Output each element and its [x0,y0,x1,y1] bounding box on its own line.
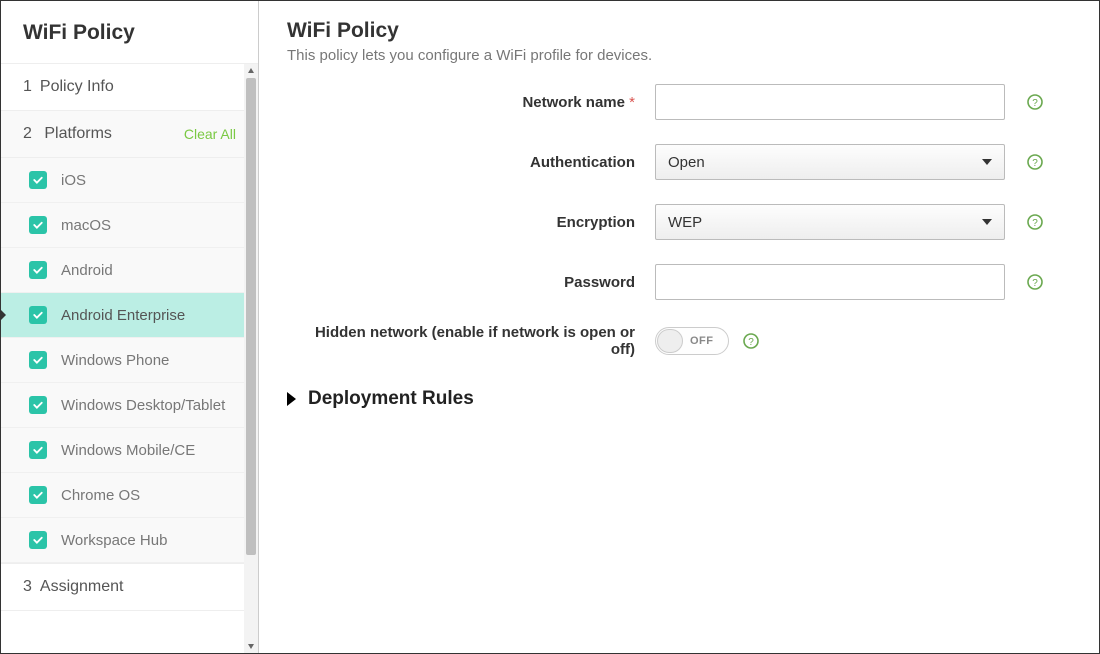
label-password: Password [287,274,655,291]
scroll-up-arrow-icon[interactable] [244,64,258,78]
row-encryption: Encryption WEP ? [287,204,1071,240]
platform-item-macos[interactable]: macOS [1,203,258,248]
platform-item-windows-mobile-ce[interactable]: Windows Mobile/CE [1,428,258,473]
toggle-state: OFF [690,335,714,347]
platform-label: Windows Desktop/Tablet [61,397,225,414]
help-icon[interactable]: ? [1027,274,1043,290]
checkbox-icon[interactable] [29,351,47,369]
step-assignment[interactable]: 3 Assignment [1,563,258,611]
encryption-select[interactable]: WEP [655,204,1005,240]
step-number: 3 [23,578,32,596]
help-icon[interactable]: ? [1027,94,1043,110]
label-authentication: Authentication [287,154,655,171]
platform-label: macOS [61,217,111,234]
scroll-track[interactable] [244,78,258,639]
checkbox-icon[interactable] [29,216,47,234]
network-name-input[interactable] [655,84,1005,120]
required-asterisk: * [629,94,635,111]
platform-label: Windows Mobile/CE [61,442,195,459]
checkbox-icon[interactable] [29,441,47,459]
platform-label: Windows Phone [61,352,169,369]
select-value: Open [668,154,705,171]
platform-item-ios[interactable]: iOS [1,158,258,203]
platform-label: iOS [61,172,86,189]
sidebar-scroll: 1 Policy Info 2 Platforms Clear All iOS … [1,64,258,653]
sidebar: WiFi Policy 1 Policy Info 2 Platforms Cl… [1,1,259,653]
main-content: WiFi Policy This policy lets you configu… [259,1,1099,653]
svg-text:?: ? [1032,218,1038,229]
step-label: Policy Info [40,78,114,96]
step-number: 2 [23,125,32,142]
platform-label: Android [61,262,113,279]
sidebar-scrollbar[interactable] [244,64,258,653]
checkbox-icon[interactable] [29,531,47,549]
platform-item-windows-phone[interactable]: Windows Phone [1,338,258,383]
svg-text:?: ? [1032,278,1038,289]
platform-item-windows-desktop-tablet[interactable]: Windows Desktop/Tablet [1,383,258,428]
platform-item-android[interactable]: Android [1,248,258,293]
platform-label: Chrome OS [61,487,140,504]
svg-text:?: ? [1032,158,1038,169]
chevron-down-icon [982,219,992,225]
step-number: 1 [23,78,32,96]
platform-item-workspace-hub[interactable]: Workspace Hub [1,518,258,563]
arrow-right-icon [287,392,296,406]
label-encryption: Encryption [287,214,655,231]
row-password: Password ? [287,264,1071,300]
deployment-rules-label: Deployment Rules [308,388,474,410]
page-subtitle: This policy lets you configure a WiFi pr… [287,47,1071,64]
chevron-down-icon [982,159,992,165]
toggle-knob [657,329,683,353]
label-network-name: Network name * [287,94,655,111]
platform-item-android-enterprise[interactable]: Android Enterprise [1,293,258,338]
authentication-select[interactable]: Open [655,144,1005,180]
sidebar-title: WiFi Policy [1,1,258,64]
checkbox-icon[interactable] [29,306,47,324]
platform-label: Workspace Hub [61,532,167,549]
row-authentication: Authentication Open ? [287,144,1071,180]
row-hidden-network: Hidden network (enable if network is ope… [287,324,1071,358]
scroll-down-arrow-icon[interactable] [244,639,258,653]
label-hidden-network: Hidden network (enable if network is ope… [287,324,655,358]
hidden-network-toggle[interactable]: OFF [655,327,729,355]
help-icon[interactable]: ? [743,333,759,349]
step-policy-info[interactable]: 1 Policy Info [1,64,258,111]
svg-text:?: ? [748,337,754,348]
checkbox-icon[interactable] [29,486,47,504]
checkbox-icon[interactable] [29,396,47,414]
checkbox-icon[interactable] [29,171,47,189]
step-platforms[interactable]: 2 Platforms Clear All [1,111,258,158]
page-title: WiFi Policy [287,19,1071,43]
checkbox-icon[interactable] [29,261,47,279]
deployment-rules-toggle[interactable]: Deployment Rules [287,388,1071,410]
platform-item-chrome-os[interactable]: Chrome OS [1,473,258,518]
help-icon[interactable]: ? [1027,154,1043,170]
app-window: WiFi Policy 1 Policy Info 2 Platforms Cl… [0,0,1100,654]
scroll-thumb[interactable] [246,78,256,555]
clear-all-link[interactable]: Clear All [184,126,236,142]
select-value: WEP [668,214,702,231]
row-network-name: Network name * ? [287,84,1071,120]
password-input[interactable] [655,264,1005,300]
step-label: Platforms [44,125,112,142]
svg-text:?: ? [1032,98,1038,109]
platform-label: Android Enterprise [61,307,185,324]
help-icon[interactable]: ? [1027,214,1043,230]
step-label: Assignment [40,578,124,596]
